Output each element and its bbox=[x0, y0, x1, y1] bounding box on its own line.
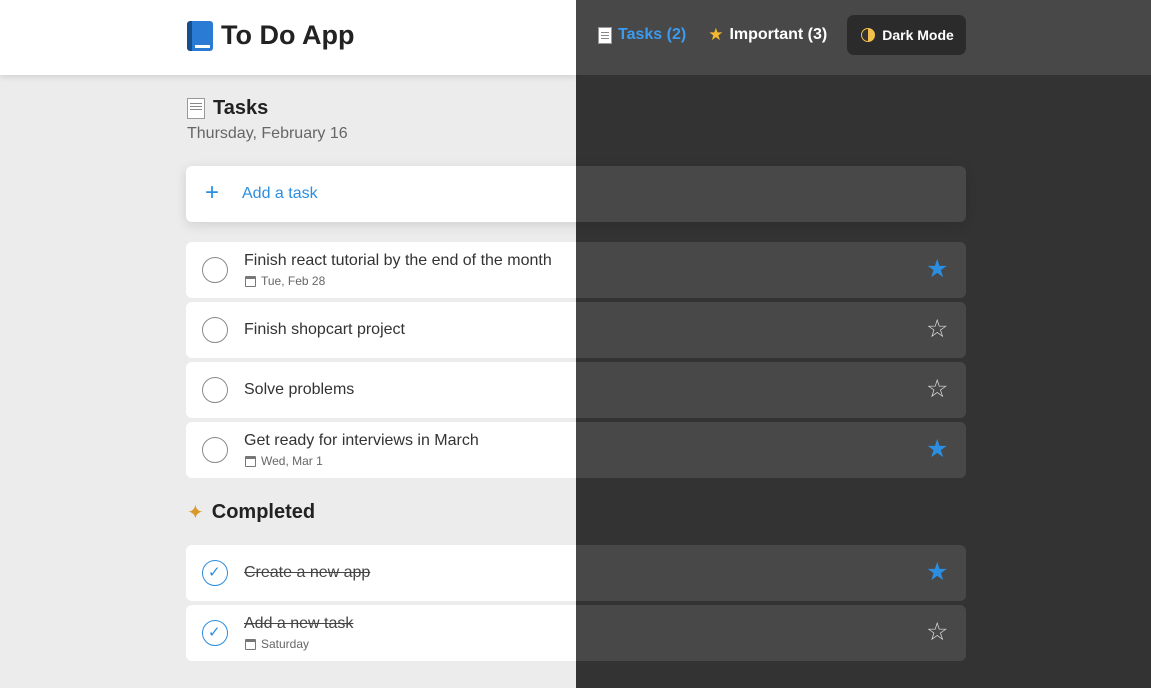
star-outline-icon[interactable]: ☆ bbox=[926, 375, 948, 403]
star-icon-filled[interactable]: ★ bbox=[926, 558, 948, 586]
star-icon-filled[interactable]: ★ bbox=[926, 435, 948, 463]
app-title-text: To Do App bbox=[221, 20, 355, 50]
nav-important[interactable]: ★ Important (3) bbox=[708, 25, 827, 45]
check-icon: ✓ bbox=[208, 623, 221, 641]
complete-checkbox[interactable] bbox=[202, 377, 228, 403]
task-due-date-text: Wed, Mar 1 bbox=[261, 454, 323, 468]
add-task-bar[interactable]: + Add a task bbox=[186, 166, 966, 222]
tasks-section-title: Tasks bbox=[187, 97, 268, 120]
dark-mode-label: Dark Mode bbox=[882, 27, 954, 43]
task-text: Add a new task bbox=[244, 615, 354, 632]
memo-icon bbox=[187, 98, 205, 119]
task-text: Create a new app bbox=[244, 564, 371, 581]
app-title: To Do App bbox=[187, 20, 354, 51]
completed-task-row[interactable]: ✓ Create a new app ★ bbox=[186, 545, 966, 601]
task-text: Finish shopcart project bbox=[244, 321, 405, 338]
calendar-icon bbox=[245, 275, 256, 287]
completed-task-row[interactable]: ✓ Add a new task Saturday ☆ bbox=[186, 605, 966, 661]
star-outline-icon[interactable]: ☆ bbox=[926, 315, 948, 343]
star-icon: ★ bbox=[708, 25, 724, 45]
complete-checkbox[interactable]: ✓ bbox=[202, 620, 228, 646]
complete-checkbox[interactable] bbox=[202, 317, 228, 343]
star-outline-icon[interactable]: ☆ bbox=[926, 618, 948, 646]
task-due-date-text: Tue, Feb 28 bbox=[261, 274, 326, 288]
party-popper-icon: ✦ bbox=[187, 500, 204, 524]
calendar-icon bbox=[245, 455, 256, 467]
task-row[interactable]: Get ready for interviews in March Wed, M… bbox=[186, 422, 966, 478]
nav-tasks[interactable]: Tasks (2) bbox=[598, 26, 686, 44]
task-due-date: Tue, Feb 28 bbox=[245, 274, 325, 288]
calendar-icon bbox=[245, 638, 256, 650]
task-row[interactable]: Solve problems ☆ bbox=[186, 362, 966, 418]
book-icon bbox=[187, 20, 213, 51]
current-date: Thursday, February 16 bbox=[187, 125, 348, 142]
nav-important-label: Important (3) bbox=[729, 26, 828, 43]
task-due-date-text: Saturday bbox=[261, 637, 310, 651]
complete-checkbox[interactable] bbox=[202, 257, 228, 283]
check-icon: ✓ bbox=[208, 563, 221, 581]
complete-checkbox[interactable]: ✓ bbox=[202, 560, 228, 586]
task-text: Get ready for interviews in March bbox=[244, 432, 479, 449]
tasks-section-title-text: Tasks bbox=[213, 97, 269, 119]
task-row[interactable]: Finish shopcart project ☆ bbox=[186, 302, 966, 358]
nav-tasks-label: Tasks (2) bbox=[618, 26, 687, 43]
task-row[interactable]: Finish react tutorial by the end of the … bbox=[186, 242, 966, 298]
star-icon-filled[interactable]: ★ bbox=[926, 255, 948, 283]
task-text: Finish react tutorial by the end of the … bbox=[244, 252, 552, 269]
add-task-label: Add a task bbox=[242, 185, 318, 202]
complete-checkbox[interactable] bbox=[202, 437, 228, 463]
top-nav: Tasks (2) ★ Important (3) Dark Mode bbox=[598, 15, 966, 55]
moon-icon bbox=[861, 28, 876, 42]
task-due-date: Saturday bbox=[245, 637, 309, 651]
completed-section-title-text: Completed bbox=[211, 500, 316, 523]
task-text: Solve problems bbox=[244, 381, 355, 398]
task-due-date: Wed, Mar 1 bbox=[245, 454, 323, 468]
plus-icon: + bbox=[205, 179, 220, 206]
dark-mode-button[interactable]: Dark Mode bbox=[847, 15, 966, 55]
completed-section-title: ✦ Completed bbox=[187, 500, 315, 524]
memo-icon bbox=[598, 26, 612, 44]
